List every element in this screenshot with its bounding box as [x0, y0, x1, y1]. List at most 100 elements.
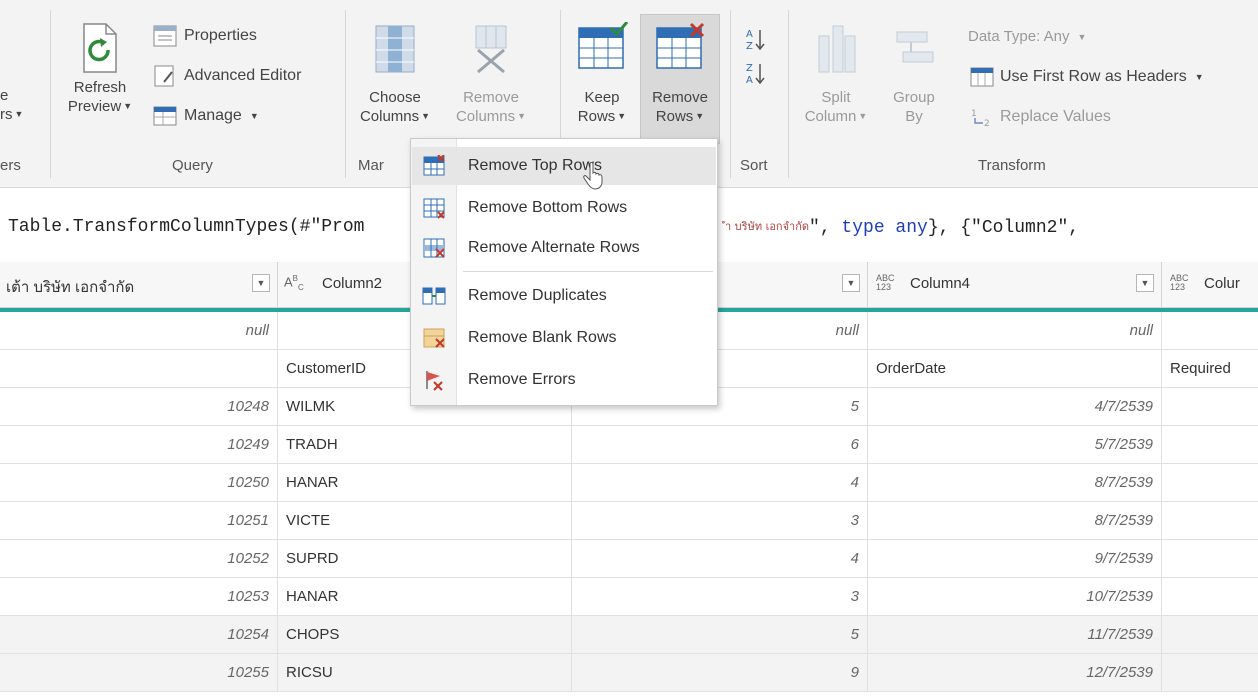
sort-descending-button[interactable]: Z A [740, 60, 770, 91]
table-cell[interactable] [1162, 540, 1258, 578]
table-cell[interactable]: CHOPS [278, 616, 572, 654]
refresh-preview-button[interactable]: Refresh Preview ▼ [58, 22, 142, 116]
group-separator [788, 10, 789, 178]
remove-columns-icon [475, 25, 507, 74]
table-cell[interactable]: null [0, 312, 278, 350]
table-cell[interactable]: null [868, 312, 1162, 350]
text-type-icon[interactable]: ABC [284, 274, 304, 292]
column-header-5[interactable]: ABC 123 Colur [1162, 262, 1258, 308]
table-cell[interactable] [1162, 654, 1258, 692]
advanced-editor-button[interactable]: Advanced Editor [152, 64, 301, 88]
menu-item-remove-errors[interactable]: Remove Errors [412, 361, 716, 399]
menu-item-remove-duplicates[interactable]: Remove Duplicates [412, 277, 716, 315]
table-cell[interactable]: HANAR [278, 464, 572, 502]
table-cell[interactable]: 11/7/2539 [868, 616, 1162, 654]
keep-rows-button[interactable]: Keep Rows ▼ [566, 22, 638, 126]
table-cell[interactable]: 10249 [0, 426, 278, 464]
menu-item-remove-alternate-rows[interactable]: Remove Alternate Rows [412, 229, 716, 267]
column-3-filter-dropdown-icon[interactable]: ▼ [842, 274, 860, 292]
table-cell[interactable]: SUPRD [278, 540, 572, 578]
table-cell[interactable]: TRADH [278, 426, 572, 464]
table-cell[interactable]: 12/7/2539 [868, 654, 1162, 692]
remove-columns-label-2: Columns [455, 108, 516, 125]
table-cell[interactable] [1162, 426, 1258, 464]
table-cell[interactable]: RICSU [278, 654, 572, 692]
remove-rows-icon [656, 22, 705, 69]
table-cell[interactable]: HANAR [278, 578, 572, 616]
remove-rows-label-1: Remove [652, 89, 708, 106]
table-cell[interactable]: 10252 [0, 540, 278, 578]
table-cell[interactable]: 10250 [0, 464, 278, 502]
column-header-5-label: Colur [1204, 275, 1240, 292]
formula-end-text: }, {"Column2", [927, 218, 1080, 238]
table-cell[interactable]: 10248 [0, 388, 278, 426]
remove-rows-button[interactable]: Remove Rows ▼ [640, 22, 720, 126]
split-column-label-2: Column [804, 108, 857, 125]
choose-columns-button[interactable]: Choose Columns ▼ [352, 22, 438, 126]
remove-columns-button[interactable]: Remove Columns ▼ [446, 22, 536, 126]
ribbon-cut-group-label: ers [0, 157, 21, 174]
sort-descending-icon: Z A [746, 63, 765, 86]
svg-text:Z: Z [746, 41, 753, 52]
menu-item-remove-bottom-rows[interactable]: Remove Bottom Rows [412, 189, 716, 227]
menu-item-remove-top-rows[interactable]: Remove Top Rows [412, 147, 716, 185]
column-1-filter-dropdown-icon[interactable]: ▼ [252, 274, 270, 292]
table-cell[interactable]: 3 [572, 578, 868, 616]
data-type-dropdown[interactable]: Data Type: Any ▼ [968, 28, 1086, 45]
table-cell[interactable] [1162, 312, 1258, 350]
replace-values-button[interactable]: 1 2 Replace Values [970, 106, 1111, 128]
table-cell[interactable]: 9 [572, 654, 868, 692]
svg-text:2: 2 [984, 119, 990, 128]
table-cell[interactable]: 4/7/2539 [868, 388, 1162, 426]
column-4-filter-dropdown-icon[interactable]: ▼ [1136, 274, 1154, 292]
table-cell[interactable]: 6 [572, 426, 868, 464]
ribbon-cut-button[interactable]: e rs ▼ [0, 86, 40, 124]
table-cell[interactable] [1162, 502, 1258, 540]
table-cell[interactable]: 10254 [0, 616, 278, 654]
manage-button[interactable]: Manage ▼ [152, 104, 259, 128]
properties-icon [153, 25, 177, 47]
split-column-button[interactable]: Split Column ▼ [798, 22, 874, 126]
split-column-label-1: Split [821, 89, 851, 106]
table-cell[interactable]: 4 [572, 464, 868, 502]
table-cell[interactable] [1162, 464, 1258, 502]
sort-ascending-button[interactable]: A Z [740, 26, 770, 57]
table-cell[interactable]: 8/7/2539 [868, 464, 1162, 502]
table-cell[interactable]: 10255 [0, 654, 278, 692]
table-cell[interactable] [0, 350, 278, 388]
table-cell[interactable] [1162, 616, 1258, 654]
table-cell[interactable]: 4 [572, 540, 868, 578]
group-separator [50, 10, 51, 178]
menu-item-label: Remove Alternate Rows [468, 239, 640, 256]
refresh-label-1: Refresh [73, 79, 127, 96]
use-first-row-headers-label: Use First Row as Headers [1000, 68, 1187, 85]
sort-ascending-icon: A Z [746, 29, 765, 52]
table-cell[interactable]: 8/7/2539 [868, 502, 1162, 540]
any-type-icon[interactable]: ABC 123 [876, 274, 895, 292]
table-cell[interactable]: OrderDate [868, 350, 1162, 388]
table-cell[interactable]: Required [1162, 350, 1258, 388]
column-header-2-label: Column2 [322, 275, 383, 292]
column-header-4[interactable]: ABC 123 Column4 ▼ [868, 262, 1162, 308]
table-cell[interactable]: 3 [572, 502, 868, 540]
table-row: 10253 HANAR 3 10/7/2539 [0, 578, 1258, 616]
table-cell[interactable]: 5 [572, 616, 868, 654]
formula-text-left: Table.TransformColumnTypes(#"Prom [8, 217, 365, 237]
use-first-row-headers-button[interactable]: Use First Row as Headers ▼ [970, 66, 1204, 88]
any-type-icon[interactable]: ABC 123 [1170, 274, 1189, 292]
group-by-button[interactable]: Group By [884, 22, 944, 126]
table-cell[interactable] [1162, 578, 1258, 616]
table-cell[interactable]: VICTE [278, 502, 572, 540]
menu-item-remove-blank-rows[interactable]: Remove Blank Rows [412, 319, 716, 357]
table-cell[interactable]: 10/7/2539 [868, 578, 1162, 616]
table-cell[interactable]: 10251 [0, 502, 278, 540]
properties-button[interactable]: Properties [152, 24, 257, 48]
table-cell[interactable]: 5/7/2539 [868, 426, 1162, 464]
remove-duplicates-icon [422, 287, 446, 305]
table-cell[interactable]: 9/7/2539 [868, 540, 1162, 578]
table-cell[interactable]: 10253 [0, 578, 278, 616]
choose-columns-icon [375, 25, 415, 73]
menu-item-label: Remove Errors [468, 371, 576, 388]
column-header-1[interactable]: เต้า บริษัท เอกจำกัด ▼ [0, 262, 278, 308]
table-cell[interactable] [1162, 388, 1258, 426]
